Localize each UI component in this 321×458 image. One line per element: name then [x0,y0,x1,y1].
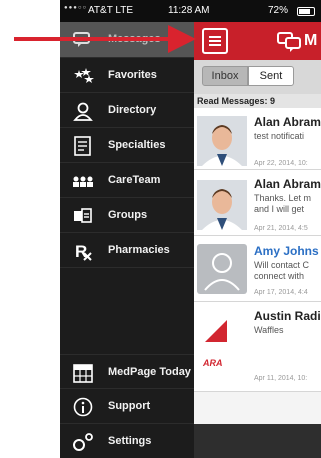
stars-icon [74,68,94,83]
menu-label: Settings [108,435,152,447]
message-row[interactable]: Alan Abram test notificati Apr 22, 2014,… [194,108,321,170]
menu-item-medpage-today[interactable]: MedPage Today [60,354,194,389]
message-preview: Waffles [254,325,284,335]
avatar [197,116,247,166]
message-date: Apr 11, 2014, 10: [254,375,308,382]
menu-item-groups[interactable]: Groups [60,198,194,233]
default-avatar-icon [197,244,247,294]
groups-icon [74,208,92,223]
menu-item-favorites[interactable]: Favorites [60,58,194,93]
message-date: Apr 17, 2014, 4:4 [254,289,308,296]
status-bar: ●●●○○ AT&T LTE 11:28 AM 72% [60,0,321,22]
signal-strength: ●●●○○ [64,5,88,11]
menu-item-messages[interactable]: Messages [60,22,194,58]
avatar [197,180,247,230]
menu-label: Pharmacies [108,244,170,256]
message-preview: and I will get [254,204,305,214]
read-messages-header: Read Messages: 9 [194,94,321,108]
side-menu: Messages Favorites Directory Specialties… [60,22,194,458]
message-preview: Will contact C [254,260,310,270]
menu-label: Favorites [108,69,157,81]
phone-screen: ●●●○○ AT&T LTE 11:28 AM 72% Messages Fav… [60,0,321,458]
ara-logo [197,312,247,362]
menu-label: CareTeam [108,174,161,186]
segmented-control: Inbox Sent [194,60,321,94]
info-icon [73,397,93,417]
tab-sent[interactable]: Sent [248,66,294,86]
document-icon [74,136,91,156]
menu-item-careteam[interactable]: CareTeam [60,163,194,198]
brand-logo-text: M [304,32,318,49]
message-preview: connect with [254,271,305,281]
menu-label: MedPage Today [108,366,191,378]
gear-icon [73,433,93,451]
sender-name: Amy Johns [254,244,319,258]
message-row[interactable]: Amy Johns Will contact C connect with Ap… [194,236,321,302]
menu-item-pharmacies[interactable]: R Pharmacies [60,233,194,268]
ara-logo-text: ARA [203,358,223,368]
message-date: Apr 22, 2014, 10: [254,160,308,167]
battery-icon [297,7,315,16]
message-date: Apr 21, 2014, 4:5 [254,225,308,232]
message-row[interactable]: Alan Abram Thanks. Let m and I will get … [194,170,321,236]
team-icon [73,176,93,187]
menu-label: Messages [108,33,161,45]
tab-inbox[interactable]: Inbox [202,66,248,86]
menu-item-directory[interactable]: Directory [60,93,194,128]
message-row[interactable]: ARA Austin Radi Waffles Apr 11, 2014, 10… [194,302,321,392]
nav-bar: M [194,22,321,60]
clock: 11:28 AM [168,5,210,16]
rx-icon: R [75,242,92,261]
message-preview: test notificati [254,131,305,141]
menu-item-settings[interactable]: Settings [60,424,194,458]
message-preview: Thanks. Let m [254,193,312,203]
calendar-icon [73,364,93,383]
battery-percent: 72% [268,5,289,16]
main-panel: M Inbox Sent Read Messages: 9 Alan Abram… [194,22,321,458]
sender-name: Alan Abram [254,177,321,191]
sender-name: Austin Radi [254,309,321,323]
menu-label: Specialties [108,139,166,151]
menu-item-specialties[interactable]: Specialties [60,128,194,163]
chat-icon [73,32,90,47]
menu-label: Groups [108,209,148,221]
bottom-tab-bar [194,424,321,458]
person-icon [73,102,93,121]
menu-item-support[interactable]: Support [60,389,194,424]
menu-label: Directory [108,104,157,116]
carrier-label: AT&T LTE [88,5,134,16]
hamburger-menu-button[interactable] [202,28,228,54]
menu-label: Support [108,400,151,412]
sender-name: Alan Abram [254,115,321,129]
